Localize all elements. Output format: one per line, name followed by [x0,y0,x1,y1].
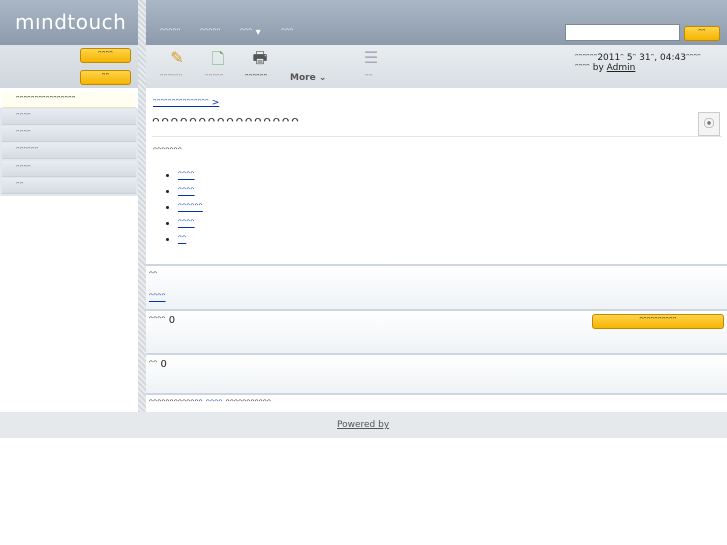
table-of-contents-button[interactable]: ᵔᵔ [365,73,372,83]
subpage-list: ᵔᵔᵔᵔ ᵔᵔᵔᵔ ᵔᵔᵔᵔᵔᵔ ᵔᵔᵔᵔ ᵔᵔ [160,168,203,248]
tags-link[interactable]: ᵔᵔᵔᵔ [149,292,166,303]
sidebar-item[interactable]: ᵔᵔᵔᵔ [2,161,136,177]
comment-login-note: ᵔᵔᵔᵔᵔᵔᵔᵔᵔᵔᵔᵔᵔ ᵔᵔᵔᵔ ᵔᵔᵔᵔᵔᵔᵔᵔᵔᵔᵔ [149,398,271,409]
table-of-contents-icon[interactable]: ☰ [356,48,386,67]
comments-label: ᵔᵔ 0 [149,359,167,370]
tags-section [146,264,727,311]
last-modified-info: ᵔᵔᵔᵔᵔᵔ2011ᵔ 5ᵔ 31ᵔ, 04:43ᵔᵔᵔᵔ ᵔᵔᵔᵔ by Ad… [575,53,701,73]
login-button[interactable]: ᵔᵔᵔᵔ [80,48,131,63]
title-divider [152,136,722,137]
tags-label: ᵔᵔ [149,270,158,281]
breadcrumb-link[interactable]: ᵔᵔᵔᵔᵔᵔᵔᵔᵔᵔᵔᵔᵔᵔᵔ > [153,98,219,108]
comment-note-text: ᵔᵔᵔᵔᵔᵔᵔᵔᵔᵔᵔ [222,398,272,409]
print-icon[interactable]: 🖶 [245,47,275,74]
print-button[interactable]: ᵔᵔᵔᵔᵔᵔ [245,73,267,83]
attach-file-button[interactable]: ᵔᵔᵔᵔᵔᵔᵔᵔᵔᵔ [592,314,724,329]
author-prefix: ᵔᵔᵔᵔ by [575,63,607,73]
author-link[interactable]: Admin [607,63,636,73]
last-modified-author-line: ᵔᵔᵔᵔ by Admin [575,63,701,73]
list-item: ᵔᵔᵔᵔᵔᵔ [178,200,203,216]
list-item: ᵔᵔᵔᵔ [178,168,203,184]
subpage-link[interactable]: ᵔᵔᵔᵔᵔᵔ [178,202,203,213]
rss-feed-icon[interactable]: ⦿ [698,112,720,136]
comment-note-text: ᵔᵔᵔᵔᵔᵔᵔᵔᵔᵔᵔᵔᵔ [149,398,206,409]
subpage-link[interactable]: ᵔᵔ [178,234,186,245]
list-item: ᵔᵔᵔᵔ [178,216,203,232]
last-modified-date: ᵔᵔᵔᵔᵔᵔ2011ᵔ 5ᵔ 31ᵔ, 04:43ᵔᵔᵔᵔ [575,53,701,63]
column-divider [138,0,146,412]
breadcrumb: ᵔᵔᵔᵔᵔᵔᵔᵔᵔᵔᵔᵔᵔᵔᵔ > [153,98,219,108]
more-menu-button[interactable]: More ⌄ [290,73,326,83]
search-input[interactable] [565,24,680,41]
nav-item-2[interactable]: ᵔᵔᵔᵔᵔ [200,27,221,38]
files-label: ᵔᵔᵔᵔ 0 [149,315,176,326]
new-page-icon[interactable]: 🗋 [203,48,233,75]
subpage-link[interactable]: ᵔᵔᵔᵔ [178,218,195,229]
page-intro-text: ᵔᵔᵔᵔᵔᵔᵔ [153,146,182,157]
mindtouch-logo[interactable]: mındtouch [15,10,126,34]
edit-page-icon[interactable]: ✎ [162,48,192,67]
sidebar-current-page[interactable]: ᵔᵔᵔᵔᵔᵔᵔᵔᵔᵔᵔᵔᵔᵔᵔᵔ [2,92,136,108]
new-page-button[interactable]: ᵔᵔᵔᵔᵔ [205,73,224,83]
edit-page-button[interactable]: ᵔᵔᵔᵔᵔᵔ [160,73,182,83]
nav-item-1[interactable]: ᵔᵔᵔᵔᵔ [160,27,181,38]
comment-login-link[interactable]: ᵔᵔᵔᵔ [206,398,223,409]
powered-by: Powered by [337,420,389,430]
list-item: ᵔᵔᵔᵔ [178,184,203,200]
powered-by-link[interactable]: Powered by [337,420,389,430]
subpage-link[interactable]: ᵔᵔᵔᵔ [178,186,195,197]
sidebar-item[interactable]: ᵔᵔᵔᵔ [2,126,136,142]
list-item: ᵔᵔ [178,232,203,248]
sidebar-item[interactable]: ᵔᵔ [2,178,136,194]
nav-item-4[interactable]: ᵔᵔᵔ [281,27,293,38]
page-title: ᵔᵔᵔᵔᵔᵔᵔᵔᵔᵔᵔᵔᵔᵔᵔᵔ [152,112,301,136]
register-button[interactable]: ᵔᵔ [80,70,131,85]
sidebar-item[interactable]: ᵔᵔᵔᵔ [2,109,136,125]
search-button[interactable]: ᵔᵔ [684,26,720,41]
comments-section [146,353,727,395]
subpage-link[interactable]: ᵔᵔᵔᵔ [178,170,195,181]
sidebar-item[interactable]: ᵔᵔᵔᵔᵔᵔ [2,143,136,159]
nav-item-3-dropdown[interactable]: ᵔᵔᵔ ▾ [240,27,261,38]
